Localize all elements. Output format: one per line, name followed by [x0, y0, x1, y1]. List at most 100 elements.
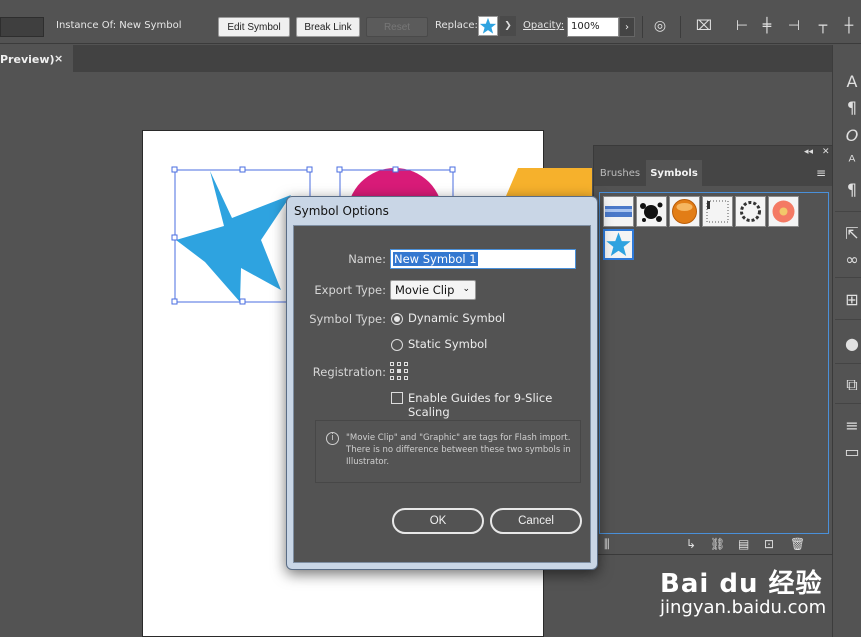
- collapse-icon[interactable]: ◂◂: [804, 147, 813, 157]
- symbol-ink-splat[interactable]: [636, 196, 667, 227]
- control-bar: Instance Of: New Symbol Edit Symbol Brea…: [0, 0, 861, 44]
- recolor-icon[interactable]: ◎: [651, 16, 669, 36]
- divider: [835, 403, 861, 404]
- flower-icon: [772, 200, 795, 223]
- instance-of-label: Instance Of: New Symbol: [56, 20, 182, 31]
- watermark-url: jingyan.baidu.com: [660, 597, 827, 618]
- divider: [642, 16, 643, 38]
- name-label: Name:: [348, 252, 386, 266]
- banner-icon: [605, 206, 632, 217]
- chevron-down-icon: ⌄: [462, 284, 470, 294]
- symbol-options-icon[interactable]: ▤: [738, 537, 749, 551]
- static-symbol-label[interactable]: Static Symbol: [408, 337, 487, 351]
- symbol-type-label: Symbol Type:: [309, 312, 386, 326]
- right-panel-dock: A ¶ O ᴬ ¶ ⇱ ∞ ⊞ ● ⧉ ≡ ▭: [832, 45, 861, 637]
- break-link-icon[interactable]: ⛓: [710, 537, 725, 551]
- close-icon[interactable]: ×: [54, 52, 63, 65]
- document-tab-title: Preview): [0, 53, 55, 66]
- delete-symbol-icon[interactable]: 🗑: [790, 537, 805, 551]
- export-type-select[interactable]: Movie Clip ⌄: [390, 280, 476, 300]
- dialog-title: Symbol Options: [294, 204, 389, 218]
- artboards-icon[interactable]: ⊞: [841, 289, 861, 309]
- place-symbol-instance-icon[interactable]: ↳: [686, 537, 696, 551]
- close-icon[interactable]: ✕: [822, 147, 830, 157]
- character-styles-icon[interactable]: ᴬ: [841, 151, 861, 171]
- baidu-watermark: Bai du 经验 jingyan.baidu.com: [660, 563, 830, 623]
- align-left-icon[interactable]: ⊢: [733, 16, 751, 36]
- tab-brushes[interactable]: Brushes: [594, 160, 646, 186]
- divider: [835, 211, 861, 212]
- enable-guides-checkbox[interactable]: [391, 392, 403, 404]
- symbol-name-input[interactable]: New Symbol 1: [390, 249, 576, 269]
- static-symbol-radio[interactable]: [391, 339, 403, 351]
- panel-tabs: Brushes Symbols ≡: [594, 160, 832, 186]
- align-center-icon[interactable]: ╪: [758, 16, 776, 36]
- appearance-icon[interactable]: ●: [841, 333, 861, 353]
- opacity-arrow-icon[interactable]: ›: [619, 17, 635, 37]
- align-right-icon[interactable]: ⊣: [785, 16, 803, 36]
- symbol-flower[interactable]: [768, 196, 799, 227]
- registration-grid-icon[interactable]: [390, 362, 410, 380]
- break-link-button[interactable]: Break Link: [296, 17, 360, 37]
- dialog-content: Name: New Symbol 1 Export Type: Movie Cl…: [293, 225, 591, 563]
- replace-label: Replace:: [435, 20, 478, 31]
- symbols-icon[interactable]: ⧉: [841, 375, 861, 395]
- ring-icon: [740, 201, 761, 222]
- links-icon[interactable]: ∞: [841, 249, 861, 269]
- divider: [835, 319, 861, 320]
- new-symbol-icon[interactable]: ⊡: [764, 537, 774, 551]
- panel-footer: ⫼ ↳ ⛓ ▤ ⊡ 🗑: [594, 534, 832, 554]
- cancel-button[interactable]: Cancel: [490, 508, 582, 534]
- align-middle-icon[interactable]: ┼: [840, 16, 858, 36]
- edit-symbol-button[interactable]: Edit Symbol: [218, 17, 290, 37]
- orange-button-icon: [672, 199, 697, 224]
- export-type-label: Export Type:: [314, 283, 386, 297]
- symbol-libraries-menu-icon[interactable]: ⫼: [604, 537, 610, 552]
- dynamic-symbol-label[interactable]: Dynamic Symbol: [408, 311, 505, 325]
- gradient-icon[interactable]: ▭: [841, 441, 861, 461]
- symbol-blue-star[interactable]: [603, 229, 634, 260]
- align-top-icon[interactable]: ┬: [814, 16, 832, 36]
- panel-title-bar[interactable]: ◂◂ ✕: [594, 146, 832, 160]
- symbol-library: [599, 192, 829, 534]
- control-field[interactable]: [0, 17, 44, 37]
- character-icon[interactable]: A: [841, 71, 861, 91]
- document-tab-strip: Preview) ×: [0, 45, 832, 72]
- symbol-ring-knot[interactable]: [735, 196, 766, 227]
- export-icon[interactable]: ⇱: [841, 223, 861, 243]
- info-text: "Movie Clip" and "Graphic" are tags for …: [346, 433, 571, 467]
- tab-symbols[interactable]: Symbols: [646, 160, 702, 186]
- stroke-icon[interactable]: ≡: [841, 415, 861, 435]
- symbol-blue-banner[interactable]: [603, 196, 634, 227]
- paragraph-styles-icon[interactable]: ¶: [841, 179, 861, 199]
- panel-menu-icon[interactable]: ≡: [816, 166, 826, 180]
- watermark-logo: Bai du 经验: [660, 569, 823, 599]
- symbol-orange-button[interactable]: [669, 196, 700, 227]
- export-type-value: Movie Clip: [395, 283, 455, 297]
- transform-dropdown-icon[interactable]: ⌧: [690, 16, 718, 36]
- dotted-frame-icon: [706, 200, 729, 223]
- symbol-name-value: New Symbol 1: [393, 252, 478, 266]
- divider: [835, 277, 861, 278]
- symbol-options-dialog: Symbol Options Name: New Symbol 1 Export…: [286, 196, 598, 570]
- opacity-input[interactable]: 100%: [567, 17, 619, 37]
- divider: [835, 363, 861, 364]
- ok-button[interactable]: OK: [392, 508, 484, 534]
- paragraph-icon[interactable]: ¶: [841, 97, 861, 117]
- opacity-label: Opacity:: [523, 20, 565, 31]
- star-icon: [479, 17, 497, 34]
- star-icon: [606, 232, 631, 256]
- dynamic-symbol-radio[interactable]: [391, 313, 403, 325]
- splat-icon: [640, 202, 663, 222]
- opentype-icon[interactable]: O: [841, 125, 861, 145]
- divider: [680, 16, 681, 38]
- info-box: i "Movie Clip" and "Graphic" are tags fo…: [315, 420, 581, 483]
- info-icon: i: [326, 432, 339, 445]
- enable-guides-label[interactable]: Enable Guides for 9-Slice Scaling: [408, 391, 590, 419]
- replace-dropdown-chevron-icon[interactable]: ❯: [500, 16, 516, 36]
- document-tab[interactable]: Preview) ×: [0, 45, 73, 72]
- replace-symbol-swatch[interactable]: [478, 16, 498, 36]
- symbols-panel: ◂◂ ✕ Brushes Symbols ≡ ⫼ ↳ ⛓ ▤ ⊡ 🗑: [593, 145, 833, 555]
- reset-button[interactable]: Reset: [366, 17, 428, 37]
- symbol-dotted-frame[interactable]: [702, 196, 733, 227]
